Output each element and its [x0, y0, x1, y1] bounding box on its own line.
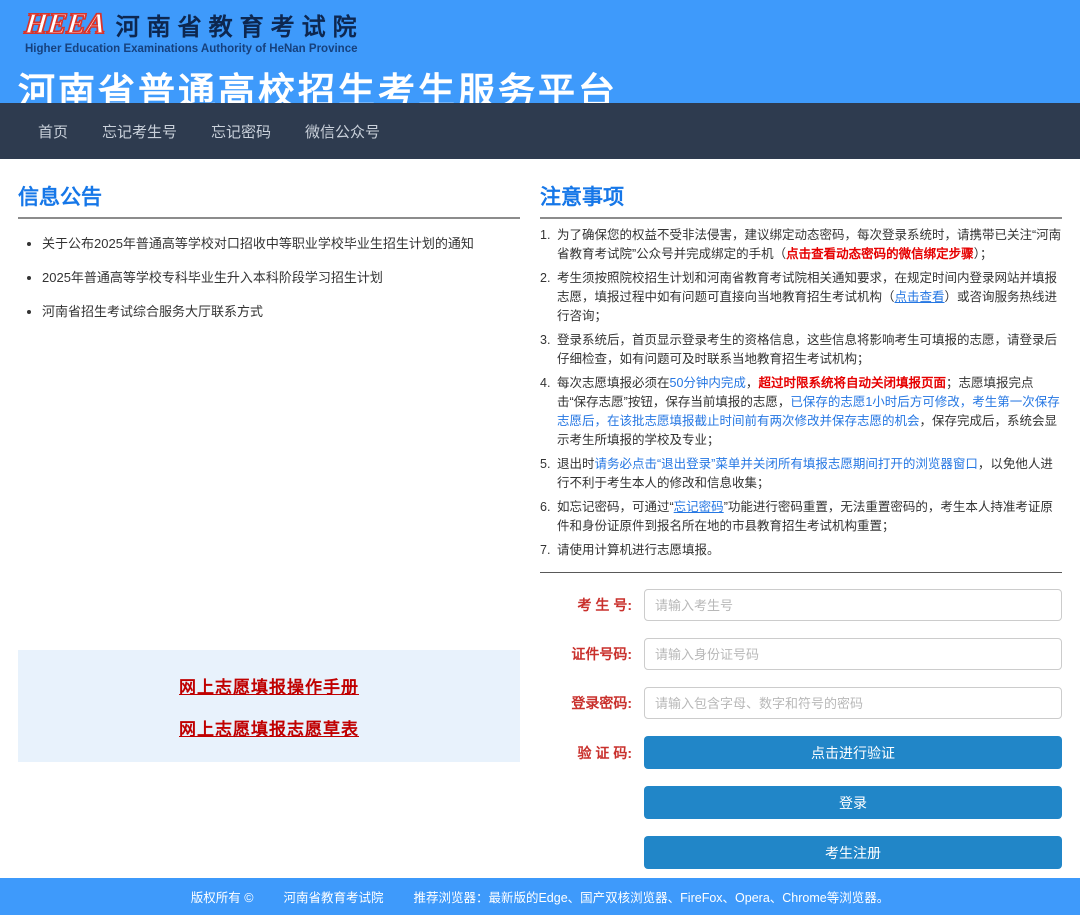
notice-text-segment: 如忘记密码，可通过“ [557, 500, 674, 514]
register-control: 考生注册 [644, 836, 1062, 869]
notices-list: 为了确保您的权益不受非法侵害，建议绑定动态密码，每次登录系统时，请携带已关注“河… [540, 226, 1062, 560]
password-row: 登录密码: [540, 687, 1062, 719]
logo-row: HEEA 河南省教育考试院 [25, 7, 1080, 42]
notice-inline-link[interactable]: 忘记密码 [674, 500, 724, 514]
heea-logo-icon: HEEA [23, 8, 107, 41]
notice-text-segment[interactable]: 点击查看动态密码的微信绑定步骤 [786, 247, 974, 261]
handbook-box: 网上志愿填报操作手册网上志愿填报志愿草表 [18, 650, 520, 762]
page-footer: 版权所有 © 河南省教育考试院 推荐浏览器：最新版的Edge、国产双核浏览器、F… [0, 878, 1080, 915]
id-number-label: 证件号码: [540, 644, 644, 664]
login-row: 登录 [540, 786, 1062, 819]
notice-item: 为了确保您的权益不受非法侵害，建议绑定动态密码，每次登录系统时，请携带已关注“河… [540, 226, 1062, 264]
notice-item: 如忘记密码，可通过“忘记密码”功能进行密码重置，无法重置密码的，考生本人持准考证… [540, 498, 1062, 536]
notice-inline-link[interactable]: 点击查看 [895, 290, 945, 304]
nav-item-2[interactable]: 忘记考生号 [102, 121, 177, 142]
footer-copyright: 版权所有 © [191, 887, 254, 906]
notice-text-segment: 请使用计算机进行志愿填报。 [557, 543, 720, 557]
announcements-column: 信息公告 关于公布2025年普通高等学校对口招收中等职业学校毕业生招生计划的通知… [18, 181, 520, 878]
candidate-number-control [644, 589, 1062, 621]
page-header: HEEA 河南省教育考试院 Higher Education Examinati… [0, 0, 1080, 103]
notices-title: 注意事项 [540, 181, 1062, 219]
captcha-control: 点击进行验证 [644, 736, 1062, 769]
notice-text-segment: ）； [974, 247, 993, 261]
site-title: 河南省普通高校招生考生服务平台 [18, 61, 1080, 103]
notice-item: 退出时请务必点击“退出登录”菜单并关闭所有填报志愿期间打开的浏览器窗口，以免他人… [540, 455, 1062, 493]
announcements-list: 关于公布2025年普通高等学校对口招收中等职业学校毕业生招生计划的通知 2025年… [42, 233, 520, 320]
nav-item-1[interactable]: 首页 [38, 121, 68, 142]
footer-browsers: 推荐浏览器：最新版的Edge、国产双核浏览器、FireFox、Opera、Chr… [413, 887, 889, 906]
id-number-control [644, 638, 1062, 670]
notices-column: 注意事项 为了确保您的权益不受非法侵害，建议绑定动态密码，每次登录系统时，请携带… [540, 181, 1062, 878]
form-divider [540, 572, 1062, 573]
navbar: 首页 忘记考生号 忘记密码 微信公众号 [0, 103, 1080, 159]
notice-text-segment: 每次志愿填报必须在 [557, 376, 670, 390]
captcha-row: 验 证 码: 点击进行验证 [540, 736, 1062, 769]
candidate-number-row: 考 生 号: [540, 589, 1062, 621]
captcha-label: 验 证 码: [540, 743, 644, 763]
register-button[interactable]: 考生注册 [644, 836, 1062, 869]
login-button[interactable]: 登录 [644, 786, 1062, 819]
id-number-row: 证件号码: [540, 638, 1062, 670]
notice-text-segment[interactable]: 超过时限系统将自动关闭填报页面 [758, 376, 946, 390]
password-label: 登录密码: [540, 693, 644, 713]
notice-item: 请使用计算机进行志愿填报。 [540, 541, 1062, 560]
notice-text-segment: 50分钟内完成 [670, 376, 746, 390]
handbook-link-1[interactable]: 网上志愿填报操作手册 [179, 673, 359, 698]
notice-item: 登录系统后，首页显示登录考生的资格信息，这些信息将影响考生可填报的志愿，请登录后… [540, 331, 1062, 369]
id-number-input[interactable] [644, 638, 1062, 670]
announcements-title: 信息公告 [18, 181, 520, 219]
nav-item-4[interactable]: 微信公众号 [305, 121, 380, 142]
announcement-link[interactable]: 关于公布2025年普通高等学校对口招收中等职业学校毕业生招生计划的通知 [42, 233, 520, 252]
password-control [644, 687, 1062, 719]
announcement-link[interactable]: 河南省招生考试综合服务大厅联系方式 [42, 301, 520, 320]
notice-text-segment: 登录系统后，首页显示登录考生的资格信息，这些信息将影响考生可填报的志愿，请登录后… [557, 333, 1057, 366]
candidate-number-label: 考 生 号: [540, 595, 644, 615]
notice-item: 每次志愿填报必须在50分钟内完成，超过时限系统将自动关闭填报页面；志愿填报完点击… [540, 374, 1062, 450]
main-content: 信息公告 关于公布2025年普通高等学校对口招收中等职业学校毕业生招生计划的通知… [0, 159, 1080, 878]
notice-text-segment: 退出时 [557, 457, 595, 471]
announcement-link[interactable]: 2025年普通高等学校专科毕业生升入本科阶段学习招生计划 [42, 267, 520, 286]
register-row: 考生注册 [540, 836, 1062, 869]
captcha-verify-button[interactable]: 点击进行验证 [644, 736, 1062, 769]
org-name: 河南省教育考试院 [116, 7, 364, 42]
password-input[interactable] [644, 687, 1062, 719]
footer-org: 河南省教育考试院 [283, 887, 383, 906]
login-control: 登录 [644, 786, 1062, 819]
candidate-number-input[interactable] [644, 589, 1062, 621]
handbook-link-2[interactable]: 网上志愿填报志愿草表 [179, 715, 359, 740]
org-name-english: Higher Education Examinations Authority … [25, 43, 1080, 55]
notice-text-segment: ， [746, 376, 759, 390]
notice-text-segment: 请务必点击“退出登录”菜单并关闭所有填报志愿期间打开的浏览器窗口 [595, 457, 978, 471]
nav-item-3[interactable]: 忘记密码 [211, 121, 271, 142]
notice-item: 考生须按照院校招生计划和河南省教育考试院相关通知要求，在规定时间内登录网站并填报… [540, 269, 1062, 326]
